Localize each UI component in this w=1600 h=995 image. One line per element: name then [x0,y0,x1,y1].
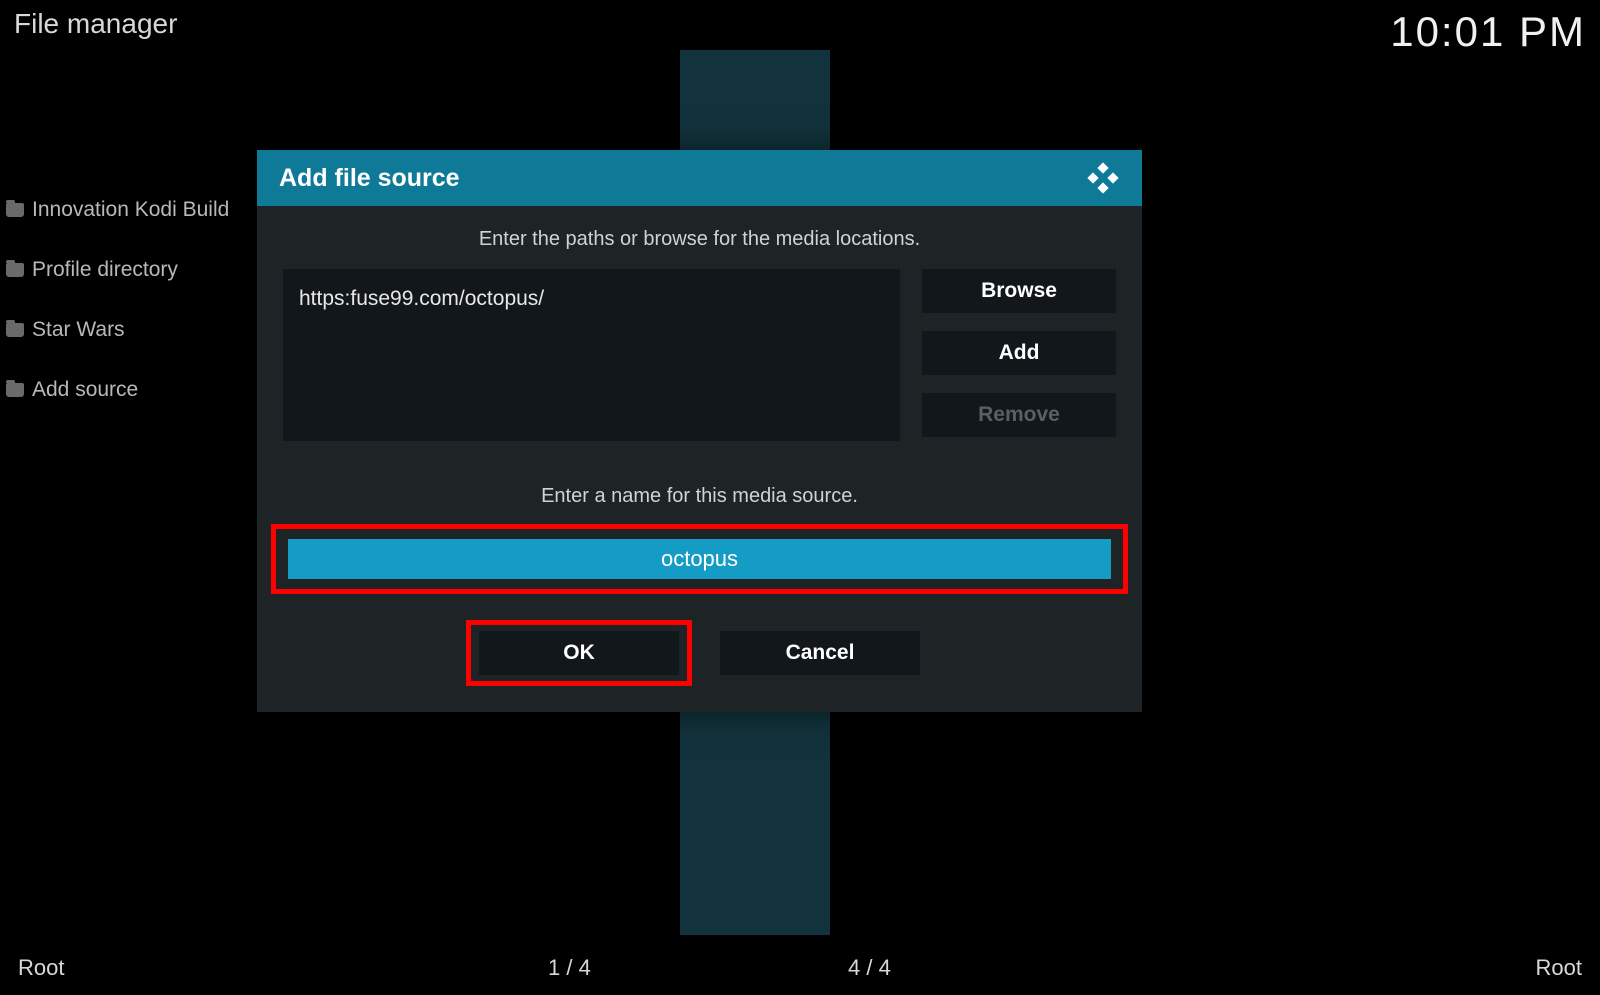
folder-icon [6,383,24,397]
folder-icon [6,323,24,337]
right-breadcrumb: Root [1536,955,1582,981]
source-item-add-source[interactable]: Add source [0,360,280,420]
add-button[interactable]: Add [922,331,1116,375]
path-value: https:fuse99.com/octopus/ [299,287,544,310]
browse-button[interactable]: Browse [922,269,1116,313]
cancel-button[interactable]: Cancel [720,631,920,675]
left-count: 1 / 4 [548,955,591,981]
source-name-input[interactable] [288,539,1111,579]
source-item-label: Profile directory [32,258,178,282]
status-bar: Root 1 / 4 4 / 4 Root [18,955,1582,981]
clock: 10:01 PM [1390,8,1586,56]
path-input[interactable]: https:fuse99.com/octopus/ [283,269,900,441]
screen-title: File manager [14,8,177,40]
left-breadcrumb: Root [18,955,64,981]
source-item-label: Innovation Kodi Build [32,198,229,222]
source-item-label: Star Wars [32,318,125,342]
dialog-header: Add file source [257,150,1142,206]
add-file-source-dialog: Add file source Enter the paths or brows… [257,150,1142,712]
top-header: File manager 10:01 PM [14,8,1586,56]
name-instruction: Enter a name for this media source. [283,485,1116,508]
source-item-label: Add source [32,378,138,402]
source-item-profile-directory[interactable]: Profile directory [0,240,280,300]
folder-icon [6,203,24,217]
ok-button[interactable]: OK [479,631,679,675]
dialog-body: Enter the paths or browse for the media … [257,206,1142,712]
paths-instruction: Enter the paths or browse for the media … [283,228,1116,251]
dialog-title: Add file source [279,164,460,193]
annotation-box-name-field [271,524,1128,594]
remove-button[interactable]: Remove [922,393,1116,437]
left-source-list: Innovation Kodi Build Profile directory … [0,180,280,420]
right-count: 4 / 4 [848,955,891,981]
source-item-innovation[interactable]: Innovation Kodi Build [0,180,280,240]
kodi-logo-icon [1086,161,1120,195]
source-item-star-wars[interactable]: Star Wars [0,300,280,360]
folder-icon [6,263,24,277]
annotation-box-ok-button: OK [466,620,692,686]
